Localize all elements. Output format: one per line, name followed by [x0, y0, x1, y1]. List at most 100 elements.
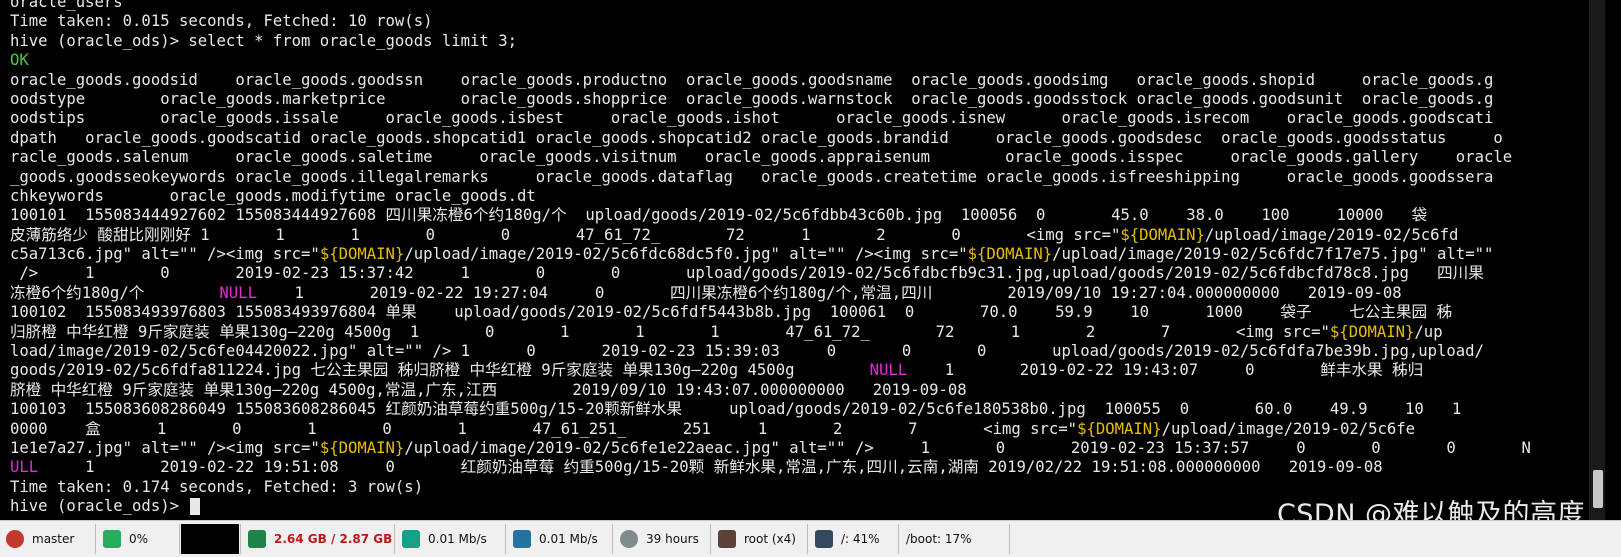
terminal-text: dpath oracle_goods.goodscatid oracle_goo… — [10, 128, 1503, 147]
terminal-line: oodstype oracle_goods.marketprice oracle… — [10, 90, 1605, 109]
terminal-cursor — [190, 498, 201, 516]
terminal-line: 100103 155083608286049 155083608286045 红… — [10, 400, 1605, 419]
terminal-text: 皮薄筋络少 酸甜比刚刚好 1 1 1 0 0 47_61_72_ 72 1 2 … — [10, 225, 1121, 244]
user-icon — [718, 530, 736, 548]
terminal-line: 皮薄筋络少 酸甜比刚刚好 1 1 1 0 0 47_61_72_ 72 1 2 … — [10, 226, 1605, 245]
terminal-line: racle_goods.salenum oracle_goods.saletim… — [10, 148, 1605, 167]
terminal-text: oracle_users — [10, 0, 123, 11]
status-upload-text: 0.01 Mb/s — [428, 532, 487, 546]
terminal-line: 0000 盒 1 0 1 0 1 47_61_251_ 251 1 2 7 <i… — [10, 420, 1605, 439]
terminal-line: /> 1 0 2019-02-23 15:37:42 1 0 0 upload/… — [10, 264, 1605, 283]
status-graph[interactable] — [181, 524, 241, 554]
terminal-line: load/image/2019-02/5c6fe04420022.jpg" al… — [10, 342, 1605, 361]
terminal-line: c5a713c6.jpg" alt="" /><img src="${DOMAI… — [10, 245, 1605, 264]
terminal-text: 1 2019-02-22 19:27:04 0 四川果冻橙6个约180g/个,常… — [256, 283, 1402, 302]
terminal-line: oracle_goods.goodsid oracle_goods.goodss… — [10, 71, 1605, 90]
status-git-branch-text: master — [32, 532, 75, 546]
terminal-line: goods/2019-02/5c6fdfa811224.jpg 七公主果园 秭归… — [10, 361, 1605, 380]
terminal-text: 100101 155083444927602 155083444927608 四… — [10, 206, 1428, 225]
terminal-text: 100102 155083493976803 155083493976804 单… — [10, 303, 1453, 322]
status-uptime[interactable]: 39 hours — [614, 524, 711, 554]
terminal-text-domain: ${DOMAIN} — [1077, 419, 1162, 438]
terminal-lines: oracle_users Time taken: 0.015 seconds, F… — [0, 0, 1605, 517]
terminal-text: /up — [1414, 322, 1443, 341]
status-memory-text: 2.64 GB / 2.87 GB — [274, 532, 393, 546]
terminal-output[interactable]: oracle_users Time taken: 0.015 seconds, F… — [0, 0, 1605, 520]
terminal-text-null: ULL — [10, 458, 39, 477]
status-uptime-text: 39 hours — [646, 532, 699, 546]
status-user-text: root (x4) — [744, 532, 796, 546]
terminal-text-domain: ${DOMAIN} — [1329, 322, 1415, 341]
terminal-text-domain: ${DOMAIN} — [319, 245, 405, 264]
terminal-text: 0000 盒 1 0 1 0 1 47_61_251_ 251 1 2 7 <i… — [10, 419, 1078, 438]
status-download-text: 0.01 Mb/s — [539, 532, 598, 546]
terminal-text: oracle_goods.goodsid oracle_goods.goodss… — [10, 70, 1494, 89]
download-icon — [513, 530, 531, 548]
terminal-text: chkeywords oracle_goods.modifytime oracl… — [10, 186, 536, 205]
terminal-text-domain: ${DOMAIN} — [967, 245, 1053, 264]
terminal-text: c5a713c6.jpg" alt="" /><img src=" — [10, 245, 320, 264]
terminal-text: 冻橙6个约180g/个 — [10, 283, 220, 302]
branch-icon — [6, 530, 24, 548]
status-download[interactable]: 0.01 Mb/s — [507, 524, 613, 554]
terminal-text: 1e1e7a27.jpg" alt="" /><img src=" — [10, 438, 320, 457]
terminal-line: _goods.goodsseokeywords oracle_goods.ill… — [10, 168, 1605, 187]
terminal-text: /upload/image/2019-02/5c6fe — [1161, 419, 1416, 438]
terminal-line: 100101 155083444927602 155083444927608 四… — [10, 206, 1605, 225]
watermark: CSDN @难以触及的高度 — [1276, 499, 1585, 520]
terminal-text-null: NULL — [219, 283, 257, 302]
status-git-branch[interactable]: master — [0, 524, 96, 554]
terminal-text: 1 2019-02-22 19:43:07 0 鲜丰水果 秭归 — [907, 361, 1424, 380]
terminal-line: 1e1e7a27.jpg" alt="" /><img src="${DOMAI… — [10, 439, 1605, 458]
terminal-text-domain: ${DOMAIN} — [319, 438, 405, 457]
status-cpu-text: 0% — [129, 532, 149, 546]
terminal-line: OK — [10, 51, 1605, 70]
status-cpu[interactable]: 0% — [97, 524, 180, 554]
terminal-text: /upload/image/2019-02/5c6fd — [1204, 225, 1459, 244]
clock-icon — [620, 530, 638, 548]
terminal-text: goods/2019-02/5c6fdfa811224.jpg 七公主果园 秭归… — [10, 361, 870, 380]
terminal-text: /> 1 0 2019-02-23 15:37:42 1 0 0 upload/… — [10, 264, 1484, 283]
terminal-text: racle_goods.salenum oracle_goods.saletim… — [10, 148, 1513, 167]
terminal-line: Time taken: 0.015 seconds, Fetched: 10 r… — [10, 12, 1605, 31]
terminal-text-null: NULL — [869, 361, 908, 380]
status-memory[interactable]: 2.64 GB / 2.87 GB — [242, 524, 395, 554]
terminal-text: _goods.goodsseokeywords oracle_goods.ill… — [10, 167, 1494, 186]
status-disk-root-text: /: 41% — [841, 532, 880, 546]
terminal-line: oracle_users — [10, 0, 1605, 12]
terminal-line: 100102 155083493976803 155083493976804 单… — [10, 303, 1605, 322]
terminal-text: 100103 155083608286049 155083608286045 红… — [10, 400, 1462, 419]
terminal-line: dpath oracle_goods.goodscatid oracle_goo… — [10, 129, 1605, 148]
terminal-text: hive (oracle_ods)> — [10, 497, 189, 516]
terminal-text: /upload/image/2019-02/5c6fdc7f17e75.jpg"… — [1052, 245, 1494, 264]
terminal-text: oodstips oracle_goods.issale oracle_good… — [10, 109, 1494, 128]
memory-icon — [248, 530, 266, 548]
terminal-line: 归脐橙 中华红橙 9斤家庭装 单果130g—220g 4500g 1 0 1 1… — [10, 323, 1605, 342]
terminal-text: Time taken: 0.174 seconds, Fetched: 3 ro… — [10, 477, 424, 496]
terminal-text: /upload/image/2019-02/5c6fdc68dc5f0.jpg"… — [404, 245, 968, 264]
scrollbar-thumb[interactable] — [1593, 470, 1603, 508]
status-disk-root[interactable]: /: 41% — [809, 524, 899, 554]
graph-icon — [181, 524, 239, 554]
terminal-line: 脐橙 中华红橙 9斤家庭装 单果130g—220g 4500g,常温,广东,江西… — [10, 381, 1605, 400]
terminal-text: Time taken: 0.015 seconds, Fetched: 10 r… — [10, 12, 433, 31]
status-bar: master 0% 2.64 GB / 2.87 GB 0.01 Mb/s 0.… — [0, 520, 1621, 557]
terminal-text-domain: ${DOMAIN} — [1120, 225, 1205, 244]
terminal-scrollbar[interactable] — [1589, 0, 1605, 520]
terminal-line: ULL 1 2019-02-22 19:51:08 0 红颜奶油草莓 约重500… — [10, 458, 1605, 477]
terminal-text: 1 2019-02-22 19:51:08 0 红颜奶油草莓 约重500g/15… — [38, 458, 1383, 477]
status-disk-boot[interactable]: /boot: 17% — [900, 524, 1010, 554]
terminal-text: oodstype oracle_goods.marketprice oracle… — [10, 89, 1494, 108]
terminal-text: load/image/2019-02/5c6fe04420022.jpg" al… — [10, 342, 1484, 361]
terminal-line: 冻橙6个约180g/个 NULL 1 2019-02-22 19:27:04 0… — [10, 284, 1605, 303]
upload-icon — [402, 530, 420, 548]
terminal-text: 归脐橙 中华红橙 9斤家庭装 单果130g—220g 4500g 1 0 1 1… — [10, 322, 1330, 341]
status-user[interactable]: root (x4) — [712, 524, 808, 554]
terminal-text-ok: OK — [10, 51, 29, 70]
status-upload[interactable]: 0.01 Mb/s — [396, 524, 506, 554]
terminal-text: 脐橙 中华红橙 9斤家庭装 单果130g—220g 4500g,常温,广东,江西… — [10, 380, 967, 399]
disk-icon — [815, 530, 833, 548]
terminal-text: /upload/image/2019-02/5c6fe1e22aeac.jpg"… — [404, 438, 1531, 457]
terminal-line: hive (oracle_ods)> select * from oracle_… — [10, 32, 1605, 51]
terminal-line: chkeywords oracle_goods.modifytime oracl… — [10, 187, 1605, 206]
